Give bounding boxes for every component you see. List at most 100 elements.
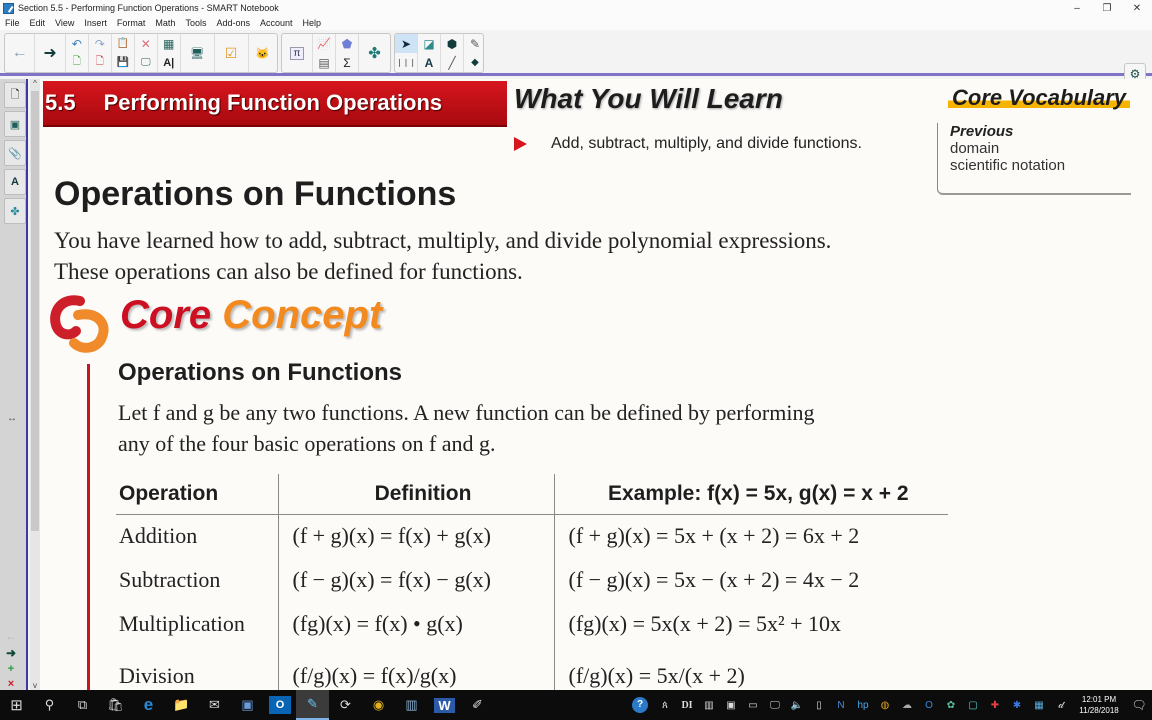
menu-math[interactable]: Math [150,18,180,28]
onedrive-icon[interactable]: ☁ [896,700,918,711]
delete-button[interactable]: ✕ [135,34,157,53]
tray-app-icon[interactable]: ◍ [874,700,896,711]
notifications-icon[interactable]: 🗨 [1126,698,1152,712]
tray-n-icon[interactable]: N [830,700,852,711]
security-icon[interactable]: ✚ [984,700,1006,711]
taskbar-app-outlook[interactable]: O [269,696,291,714]
menu-format[interactable]: Format [112,18,151,28]
menu-account[interactable]: Account [255,18,298,28]
sidebar-tab-gallery[interactable]: ▣ [4,111,26,137]
minimize-button[interactable]: – [1062,0,1092,16]
start-button[interactable]: ⊞ [0,690,33,720]
sidebar-tab-properties[interactable]: A [4,169,26,195]
add-page-icon[interactable]: + [8,663,14,675]
addon-button[interactable]: 🐱 [249,34,277,72]
restore-button[interactable]: ❐ [1092,0,1122,16]
battery-icon[interactable]: ▭ [742,700,764,711]
magic-pen-button[interactable]: ✎ [464,34,486,53]
example-cell: (f/g)(x) = 5x/(x + 2) [553,646,948,690]
menu-insert[interactable]: Insert [79,18,112,28]
screen-shade-button[interactable]: 🖥 [181,34,215,72]
taskbar-app-generic[interactable]: ▣ [231,690,264,720]
taskbar-app-edge[interactable]: e [132,690,165,720]
bluetooth-icon[interactable]: ✱ [1006,700,1028,711]
delete-page-icon[interactable]: × [8,678,14,690]
tray-app-icon[interactable]: ✿ [940,700,962,711]
di-tray-icon[interactable]: DI [676,700,698,711]
tray-app-icon[interactable]: ▢ [962,700,984,711]
save-button[interactable]: 💾 [112,53,134,72]
menu-view[interactable]: View [50,18,79,28]
delete-icon: ✕ [140,36,151,51]
back-button[interactable]: ← [5,34,36,72]
usb-icon[interactable]: ▯ [808,700,830,711]
close-button[interactable]: ✕ [1122,0,1152,16]
clock[interactable]: 12:01 PM 11/28/2018 [1072,694,1126,716]
pen-tray-icon[interactable]: 𝒹 [1050,700,1072,711]
taskbar-app-generic-3[interactable]: ✐ [461,690,494,720]
table-sum-button[interactable]: ▤ [313,53,335,72]
redo-button[interactable]: ↷ [89,34,111,53]
sidebar-tab-add-ons[interactable]: ✤ [4,198,26,224]
sidebar-tab-attachments[interactable]: 📎 [4,140,26,166]
sigma-button[interactable]: Σ [336,53,358,72]
undo-button[interactable]: ↶ [66,34,88,53]
scroll-up-icon[interactable]: ^ [30,79,40,88]
taskbar-app-mail[interactable]: ✉ [198,690,231,720]
previous-page-icon[interactable]: ← [5,629,17,643]
shapes-tool-button[interactable]: ◪ [418,34,440,53]
help-tray-icon[interactable]: ? [632,697,648,713]
hp-icon[interactable]: hp [852,700,874,711]
scroll-thumb[interactable] [31,91,39,531]
text-tool-button[interactable]: A [418,53,440,72]
menu-edit[interactable]: Edit [25,18,51,28]
tray-app-icon[interactable]: ▦ [1028,700,1050,711]
network-icon[interactable]: 🖵 [764,700,786,711]
outlook-tray-icon[interactable]: O [918,700,940,711]
paste-button[interactable]: 📋 [112,34,134,53]
line-tool-button[interactable]: ╱ [441,53,463,72]
taskbar-app-file-explorer[interactable]: 📁 [165,690,198,720]
menu-file[interactable]: File [0,18,25,28]
taskbar-app-sync[interactable]: ⟳ [329,690,362,720]
volume-icon[interactable]: 🔈 [786,700,808,711]
dual-page-button[interactable]: A| [158,53,180,72]
concept-heading: Operations on Functions [118,359,403,386]
taskbar-app-word[interactable]: W [428,690,461,720]
next-page-icon[interactable]: ➜ [6,646,16,660]
folder-icon: 📁 [173,697,190,712]
menu-tools[interactable]: Tools [180,18,211,28]
taskbar-app-generic-2[interactable]: ▥ [395,690,428,720]
addons-puzzle-button[interactable]: ✤ [359,34,390,72]
notebook-page[interactable]: 5.5 Performing Function Operations What … [40,79,1152,690]
response-icon: ☑ [224,44,238,61]
tray-app-icon[interactable]: ▥ [698,700,720,711]
people-icon[interactable]: ጰ [654,700,676,711]
menu-help[interactable]: Help [298,18,327,28]
graph-button[interactable]: 📈 [313,34,335,53]
forward-button[interactable]: ➜ [35,34,66,72]
menu-add-ons[interactable]: Add-ons [211,18,255,28]
full-screen-button[interactable]: 🖵 [135,53,157,72]
taskbar-search-button[interactable]: ⚲ [33,690,66,720]
response-button[interactable]: ☑ [215,34,249,72]
scroll-down-icon[interactable]: v [30,681,40,690]
sidebar-tab-page-sorter[interactable]: 🗋 [4,82,26,108]
tray-app-icon[interactable]: ▣ [720,700,742,711]
task-view-button[interactable]: ⧉ [66,690,99,720]
fill-tool-button[interactable]: ⬢ [441,34,463,53]
sidebar-resize-icon[interactable]: ↔ [7,413,17,424]
vertical-scrollbar[interactable]: ^ v [30,79,40,690]
puzzle-icon: ✤ [10,205,20,218]
pens-tool-button[interactable]: ❘❘❘ [395,53,417,72]
math-tools-button[interactable]: π [282,34,314,72]
taskbar-app-store[interactable]: 🛍 [99,690,132,720]
delete-page-button[interactable]: 🗋 [89,53,111,72]
taskbar-app-chrome[interactable]: ◉ [362,690,395,720]
taskbar-app-smart-notebook[interactable]: ✎ [296,690,329,720]
select-tool-button[interactable]: ➤ [395,34,417,53]
shape-recognition-button[interactable]: ⬟ [336,34,358,53]
eraser-tool-button[interactable]: ◆ [464,53,486,72]
add-page-button[interactable]: 🗋 [66,53,88,72]
table-button[interactable]: ▦ [158,34,180,53]
